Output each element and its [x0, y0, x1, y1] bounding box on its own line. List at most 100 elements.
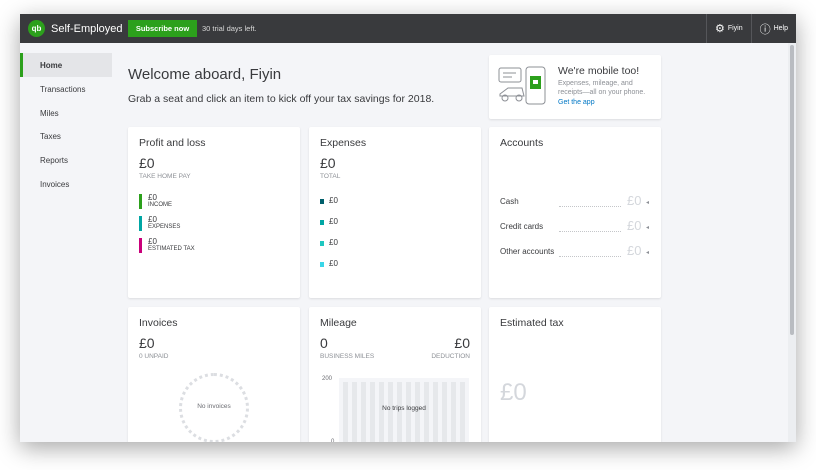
sidebar-item-invoices[interactable]: Invoices	[20, 172, 112, 196]
mileage-placeholder-column	[352, 382, 357, 442]
sidebar-item-taxes[interactable]: Taxes	[20, 124, 112, 148]
mileage-placeholder-column	[388, 382, 393, 442]
expense-color-square	[320, 241, 324, 246]
subscribe-button[interactable]: Subscribe now	[128, 20, 197, 37]
chevron-left-icon[interactable]: ◂	[646, 249, 649, 256]
help-circle-icon: ⓘ	[759, 23, 771, 36]
scrollbar-thumb[interactable]	[790, 45, 794, 335]
account-cash-label: Cash	[500, 197, 519, 206]
welcome-title: Welcome aboard, Fiyin	[128, 66, 282, 83]
expense-category-value: £0	[329, 217, 338, 226]
expenses-total-value: £0	[320, 155, 336, 171]
mileage-placeholder-column	[397, 382, 402, 442]
expenses-card[interactable]: Expenses £0 TOTAL £0 £0 £0 £0	[309, 127, 481, 298]
expense-category-value: £0	[329, 238, 338, 247]
expenses-value: £0	[148, 215, 157, 224]
income-value: £0	[148, 193, 157, 202]
gear-icon: ⚙	[714, 23, 725, 35]
no-trips-text: No trips logged	[382, 405, 426, 412]
income-color-bar	[139, 194, 142, 209]
income-label: INCOME	[148, 202, 172, 208]
invoices-unpaid-caption: 0 UNPAID	[139, 353, 169, 360]
mileage-placeholder-column	[343, 382, 348, 442]
sidebar-item-home[interactable]: Home	[20, 53, 112, 77]
no-invoices-text: No invoices	[197, 403, 231, 410]
estimated-tax-value: £0	[500, 379, 527, 406]
sidebar-item-miles[interactable]: Miles	[20, 101, 112, 125]
welcome-subtitle: Grab a seat and click an item to kick of…	[128, 93, 435, 105]
top-bar: qb Self-Employed Subscribe now 30 trial …	[20, 14, 796, 43]
sidebar-item-label: Taxes	[40, 131, 61, 141]
expenses-color-bar	[139, 216, 142, 231]
sidebar-item-label: Transactions	[40, 84, 86, 94]
account-credit-cards-value: £0	[627, 218, 642, 233]
chevron-left-icon[interactable]: ◂	[646, 199, 649, 206]
deduction-value: £0	[454, 335, 470, 351]
phone-receipt-illustration-icon	[498, 66, 546, 105]
business-miles-value: 0	[320, 335, 328, 351]
card-title: Estimated tax	[500, 317, 564, 329]
brand[interactable]: qb Self-Employed	[28, 20, 123, 37]
trial-days-text: 30 trial days left.	[202, 24, 257, 33]
account-other-value: £0	[627, 243, 642, 258]
profit-loss-card[interactable]: Profit and loss £0 TAKE HOME PAY £0 INCO…	[128, 127, 300, 298]
mileage-placeholder-column	[415, 382, 420, 442]
card-title: Profit and loss	[139, 137, 206, 149]
user-settings-button[interactable]: ⚙ Fiyin	[705, 14, 751, 43]
mileage-placeholder-column	[379, 382, 384, 442]
sidebar-item-label: Reports	[40, 155, 69, 165]
dotted-leader	[559, 256, 621, 257]
brand-name: Self-Employed	[51, 22, 123, 35]
expense-category-value: £0	[329, 259, 338, 268]
main-scrollbar[interactable]	[788, 43, 796, 442]
chevron-left-icon[interactable]: ◂	[646, 224, 649, 231]
help-button[interactable]: ⓘ Help	[750, 14, 796, 43]
card-title: Mileage	[320, 317, 357, 329]
card-title: Invoices	[139, 317, 178, 329]
mileage-placeholder-column	[460, 382, 465, 442]
expense-color-square	[320, 220, 324, 225]
quickbooks-logo-icon: qb	[28, 20, 45, 37]
accounts-card[interactable]: Accounts Cash £0 ◂ Credit cards £0 ◂ Oth…	[489, 127, 661, 298]
business-miles-caption: BUSINESS MILES	[320, 353, 375, 360]
sidebar-item-transactions[interactable]: Transactions	[20, 77, 112, 101]
expenses-total-caption: TOTAL	[320, 173, 341, 180]
dotted-leader	[559, 206, 621, 207]
mobile-promo-card[interactable]: We're mobile too! Expenses, mileage, and…	[489, 55, 661, 119]
get-the-app-link[interactable]: Get the app	[558, 99, 595, 106]
estimated-tax-value: £0	[148, 237, 157, 246]
invoices-card[interactable]: Invoices £0 0 UNPAID No invoices	[128, 307, 300, 442]
expenses-label: EXPENSES	[148, 224, 181, 230]
top-right-menu: ⚙ Fiyin ⓘ Help	[705, 14, 796, 43]
sidebar: Home Transactions Miles Taxes Reports In…	[20, 43, 116, 442]
account-credit-cards-label: Credit cards	[500, 222, 544, 231]
sidebar-item-reports[interactable]: Reports	[20, 148, 112, 172]
mileage-placeholder-column	[442, 382, 447, 442]
estimated-tax-label: ESTIMATED TAX	[148, 246, 195, 252]
help-label: Help	[773, 25, 788, 32]
mileage-axis-top-label: 200	[322, 376, 333, 382]
expense-color-square	[320, 262, 324, 267]
card-title: Accounts	[500, 137, 544, 149]
mileage-card[interactable]: Mileage 0 BUSINESS MILES £0 DEDUCTION 20…	[309, 307, 481, 442]
mileage-axis-bottom-label: 0	[331, 439, 335, 442]
mobile-promo-text: Expenses, mileage, and receipts—all on y…	[558, 80, 646, 96]
dotted-leader	[559, 231, 621, 232]
mobile-promo-title: We're mobile too!	[558, 65, 640, 77]
estimated-tax-color-bar	[139, 238, 142, 253]
account-other-label: Other accounts	[500, 247, 555, 256]
account-cash-value: £0	[627, 193, 642, 208]
deduction-caption: DEDUCTION	[431, 353, 470, 360]
card-title: Expenses	[320, 137, 367, 149]
invoices-unpaid-value: £0	[139, 335, 155, 351]
mileage-placeholder-column	[433, 382, 438, 442]
sidebar-item-label: Home	[40, 60, 63, 70]
sidebar-item-label: Invoices	[40, 179, 70, 189]
app-window: qb Self-Employed Subscribe now 30 trial …	[20, 14, 796, 442]
mileage-placeholder-column	[361, 382, 366, 442]
estimated-tax-card[interactable]: Estimated tax £0	[489, 307, 661, 442]
mileage-placeholder-column	[370, 382, 375, 442]
mileage-placeholder-column	[451, 382, 456, 442]
sidebar-item-label: Miles	[40, 108, 59, 118]
take-home-pay-caption: TAKE HOME PAY	[139, 173, 191, 180]
